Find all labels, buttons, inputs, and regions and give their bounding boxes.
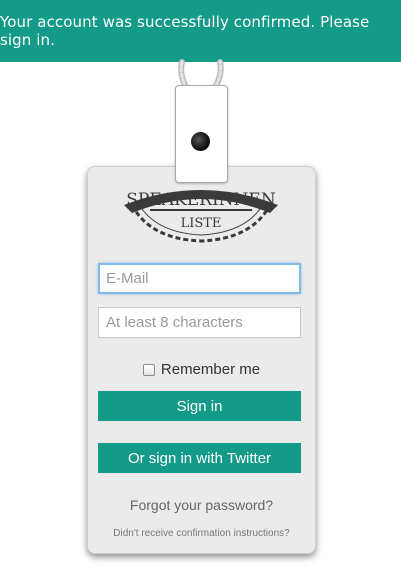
email-field[interactable] (98, 263, 301, 294)
forgot-password-link[interactable]: Forgot your password? (88, 497, 315, 513)
twitter-sign-in-label: Or sign in with Twitter (127, 449, 272, 467)
login-card: SPEAKERINNEN LISTE Remember me Sign in O… (87, 166, 316, 554)
remember-checkbox[interactable] (142, 363, 155, 376)
clip-hole (191, 132, 210, 151)
password-field[interactable] (98, 307, 301, 338)
logo-line2: LISTE (181, 216, 222, 231)
remember-label[interactable]: Remember me (161, 361, 260, 378)
sign-in-label: Sign in (176, 397, 223, 415)
badge-clip-icon (175, 85, 228, 183)
sign-in-button[interactable]: Sign in (98, 391, 301, 421)
resend-confirmation-link[interactable]: Didn't receive confirmation instructions… (88, 528, 315, 539)
remember-me-row: Remember me (88, 361, 315, 378)
logo-line1: SPEAKERINNEN (126, 190, 276, 210)
twitter-sign-in-button[interactable]: Or sign in with Twitter (98, 443, 301, 473)
logo: SPEAKERINNEN LISTE (120, 179, 282, 245)
